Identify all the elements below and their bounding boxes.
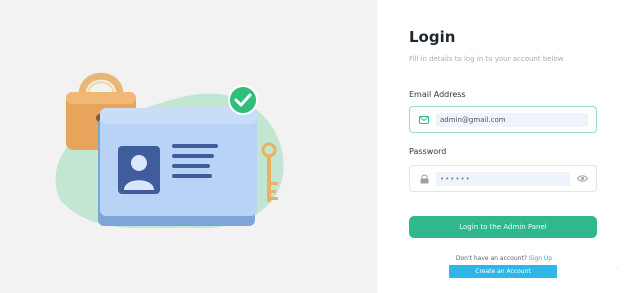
eye-icon[interactable] [576,173,588,185]
page-subtitle: Fill in details to log in to your accoun… [409,55,564,63]
email-label: Email Address [409,90,466,99]
password-field[interactable]: •••••• [409,165,597,192]
login-button[interactable]: Login to the Admin Panel [409,216,597,238]
illustration-panel [0,0,377,293]
signup-prompt-text: Don't have an account? [455,255,527,262]
email-field[interactable]: admin@gmail.com [409,106,597,133]
page-title: Login [409,28,456,46]
lock-icon [418,173,430,185]
email-input[interactable]: admin@gmail.com [436,112,588,127]
id-card [98,108,257,226]
login-illustration [55,72,284,229]
password-input[interactable]: •••••• [436,171,570,186]
password-label: Password [409,147,447,156]
login-panel: Login Fill in details to log in to your … [377,0,635,293]
corner-text: ... [614,264,619,270]
create-account-button[interactable]: Create an Account [449,265,557,278]
check-badge-icon [228,85,258,115]
avatar [118,146,160,194]
signup-prompt: Don't have an account? Sign Up [439,255,569,262]
signup-link[interactable]: Sign Up [529,255,552,262]
mail-icon [418,114,430,126]
